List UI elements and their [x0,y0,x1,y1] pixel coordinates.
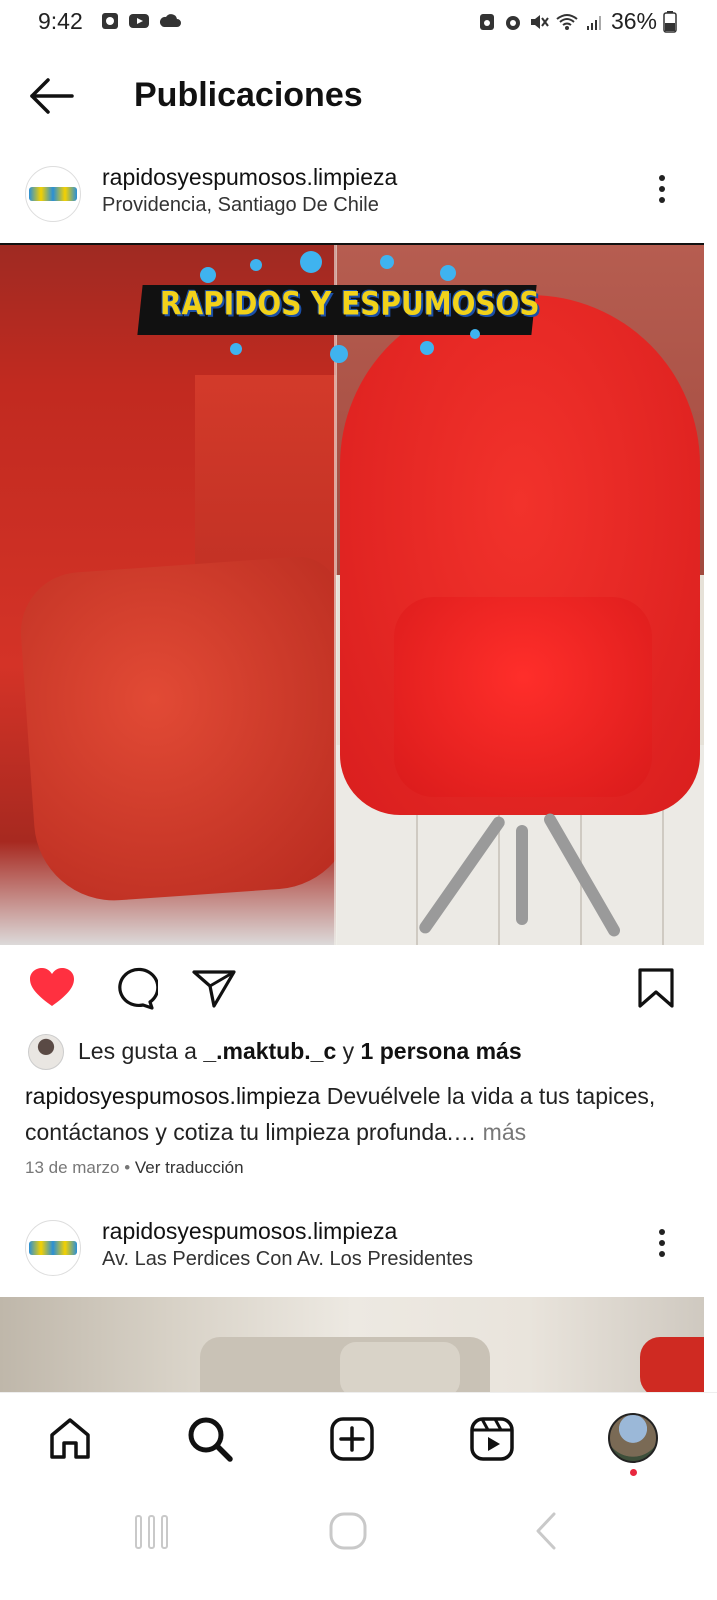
liker-avatar [28,1034,64,1070]
comment-icon[interactable] [110,966,158,1010]
post-meta: 13 de marzo • Ver traducción [25,1158,244,1177]
status-notification-icons [100,11,182,31]
mute-icon [530,14,549,29]
status-time: 9:42 [38,8,83,34]
notification-dot [630,1469,637,1476]
brand-logo-text: RAPIDOS Y ESPUMOSOS [160,284,540,323]
translate-link[interactable]: Ver traducción [135,1158,244,1177]
after-photo [336,245,704,945]
post-username[interactable]: rapidosyespumosos.limpieza [102,164,397,191]
likes-others[interactable]: 1 persona más [361,1038,522,1064]
recycle-icon [479,13,494,30]
post-location[interactable]: Providencia, Santiago De Chile [102,194,379,217]
battery-percent: 36% [610,8,657,34]
page-title: Publicaciones [134,76,363,114]
post-actions [0,958,717,1018]
cloud-notification-icon [159,14,181,27]
caption-more-link[interactable]: más [476,1119,526,1145]
signal-icon [586,15,601,30]
reels-icon[interactable] [468,1415,516,1463]
home-button-icon[interactable] [318,1506,378,1556]
bottom-navigation [0,1392,717,1492]
alarm-icon [505,15,520,30]
battery-icon [663,10,677,33]
status-system-icons: 36% [477,8,677,35]
app-header: Publicaciones [0,56,717,136]
save-bookmark-icon[interactable] [632,966,680,1010]
recent-apps-icon[interactable] [122,1506,182,1556]
profile-avatar[interactable] [608,1413,658,1463]
system-navigation [0,1492,717,1600]
brand-logo [29,1241,77,1255]
like-heart-icon[interactable] [28,966,76,1010]
back-button-icon[interactable] [516,1506,576,1556]
status-bar: 9:42 36% [0,0,717,46]
likes-text: Les gusta a _.maktub._c y 1 persona más [78,1038,522,1064]
more-options-icon[interactable] [650,170,674,214]
post-image[interactable]: RAPIDOS Y ESPUMOSOS [0,243,704,945]
brand-logo [29,187,77,201]
likes-summary[interactable]: Les gusta a _.maktub._c y 1 persona más [0,1032,717,1072]
create-icon[interactable] [328,1415,376,1463]
post-caption: rapidosyespumosos.limpieza Devuélvele la… [25,1078,695,1150]
caption-username[interactable]: rapidosyespumosos.limpieza [25,1083,320,1109]
post-date: 13 de marzo [25,1158,120,1177]
wifi-icon [556,13,578,30]
post-location[interactable]: Av. Las Perdices Con Av. Los Presidentes [102,1248,473,1271]
post-image-2[interactable] [0,1297,704,1392]
post-header: rapidosyespumosos.limpieza Providencia, … [0,152,717,232]
calendar-notification-icon [102,13,118,29]
post-username[interactable]: rapidosyespumosos.limpieza [102,1218,397,1245]
more-options-icon[interactable] [650,1224,674,1268]
user-avatar[interactable] [25,166,81,222]
youtube-notification-icon [129,14,149,28]
user-avatar[interactable] [25,1220,81,1276]
back-arrow-icon[interactable] [28,76,76,116]
share-icon[interactable] [190,966,238,1010]
before-photo [0,245,360,945]
search-icon[interactable] [186,1415,234,1463]
liker-username[interactable]: _.maktub._c [203,1038,336,1064]
post-header-2: rapidosyespumosos.limpieza Av. Las Perdi… [0,1206,717,1286]
home-icon[interactable] [46,1415,94,1463]
